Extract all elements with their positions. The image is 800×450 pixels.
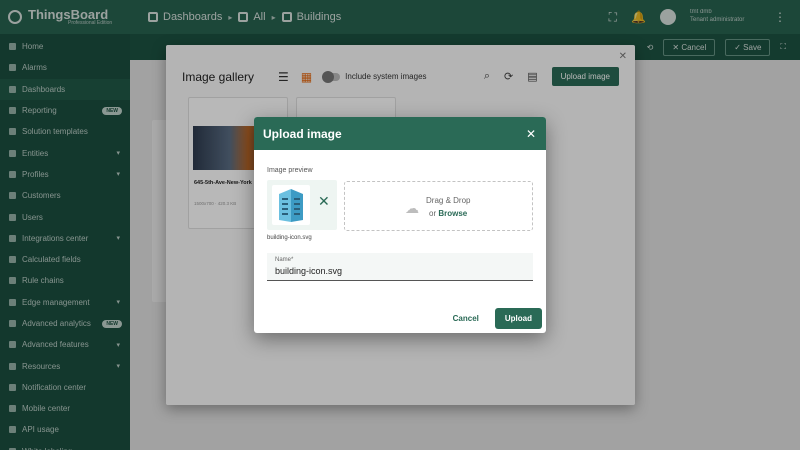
browse-link[interactable]: Browse xyxy=(438,209,467,218)
upload-image-dialog: Upload image ✕ Image preview ✕ building-… xyxy=(254,117,546,333)
image-preview: ✕ xyxy=(267,180,337,230)
dialog-header: Upload image ✕ xyxy=(254,117,546,150)
image-preview-label: Image preview xyxy=(267,167,313,174)
upload-button[interactable]: Upload xyxy=(494,308,542,329)
name-field[interactable]: Name* building-icon.svg xyxy=(267,253,533,281)
close-icon[interactable]: ✕ xyxy=(526,127,536,141)
name-input[interactable]: building-icon.svg xyxy=(275,266,342,276)
name-label: Name* xyxy=(275,257,294,263)
drop-zone[interactable]: ☁ Drag & Drop or Browse xyxy=(344,181,533,231)
cloud-upload-icon: ☁ xyxy=(405,200,419,216)
or-text: or xyxy=(429,209,437,218)
drop-text: Drag & Drop xyxy=(426,196,471,205)
cancel-button[interactable]: Cancel xyxy=(445,308,487,329)
dialog-title: Upload image xyxy=(263,126,342,141)
building-icon xyxy=(272,185,310,225)
remove-image-icon[interactable]: ✕ xyxy=(318,193,330,210)
file-name: building-icon.svg xyxy=(267,235,312,241)
